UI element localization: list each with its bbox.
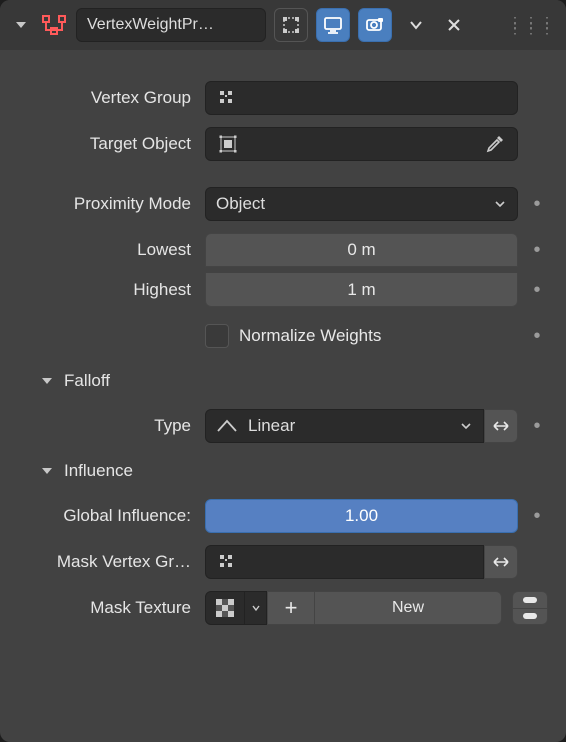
eyedropper-button[interactable]	[473, 134, 517, 154]
target-object-field[interactable]	[205, 127, 518, 161]
modifier-type-icon	[40, 14, 68, 36]
target-object-label: Target Object	[10, 134, 205, 154]
lowest-value: 0 m	[347, 240, 375, 260]
animate-dot[interactable]: •	[526, 193, 548, 216]
vertex-group-field[interactable]	[205, 81, 518, 115]
target-object-row: Target Object	[10, 124, 548, 164]
mask-vertex-group-field	[205, 545, 518, 579]
global-influence-row: Global Influence: 1.00 •	[10, 496, 548, 536]
drag-handle[interactable]: ⋮⋮⋮⋮⋮⋮	[508, 19, 556, 31]
normalize-row: Normalize Weights •	[10, 316, 548, 356]
highest-field[interactable]: 1 m	[205, 273, 518, 307]
animate-dot[interactable]: •	[526, 505, 548, 528]
chevron-down-icon	[459, 421, 473, 431]
falloff-type-select[interactable]: Linear	[205, 409, 484, 443]
vertex-group-row: Vertex Group	[10, 78, 548, 118]
proximity-mode-value: Object	[216, 194, 265, 214]
vertex-group-icon	[206, 545, 250, 579]
highest-value: 1 m	[347, 280, 375, 300]
edit-mode-toggle[interactable]	[274, 8, 308, 42]
mask-texture-field: + New	[205, 591, 548, 625]
falloff-type-field: Linear	[205, 409, 518, 443]
normalize-field: Normalize Weights	[205, 319, 518, 353]
delete-modifier-button[interactable]	[440, 17, 468, 33]
highest-row: Highest 1 m •	[10, 270, 548, 310]
falloff-type-value: Linear	[248, 416, 295, 436]
modifier-panel: VertexWeightPr… ⋮⋮⋮⋮⋮⋮ Vertex Group	[0, 0, 566, 742]
lowest-row: Lowest 0 m •	[10, 230, 548, 270]
animate-dot[interactable]: •	[526, 415, 548, 438]
animate-dot[interactable]: •	[526, 279, 548, 302]
modifier-extras-dropdown[interactable]	[400, 19, 432, 31]
texture-add-button[interactable]: +	[267, 591, 315, 625]
modifier-body: Vertex Group Target Object Prox	[0, 50, 566, 648]
proximity-mode-select[interactable]: Object	[205, 187, 518, 221]
texture-new-button[interactable]: New	[315, 591, 502, 625]
falloff-subpanel-header[interactable]: Falloff	[40, 362, 548, 400]
falloff-heading: Falloff	[64, 371, 110, 391]
display-viewport-toggle[interactable]	[316, 8, 350, 42]
mask-vertex-group-row: Mask Vertex Gr…	[10, 542, 548, 582]
invert-falloff-button[interactable]	[484, 409, 518, 443]
object-icon	[206, 127, 250, 161]
mask-texture-row: Mask Texture + New	[10, 588, 548, 628]
texture-new-label: New	[392, 599, 424, 617]
texture-channel-toggle[interactable]	[512, 591, 548, 625]
animate-dot[interactable]: •	[526, 325, 548, 348]
modifier-name-field[interactable]: VertexWeightPr…	[76, 8, 266, 42]
invert-mask-button[interactable]	[484, 545, 518, 579]
global-influence-value: 1.00	[345, 506, 378, 526]
animate-dot[interactable]: •	[526, 239, 548, 262]
vertex-group-icon	[206, 81, 250, 115]
influence-heading: Influence	[64, 461, 133, 481]
falloff-type-label: Type	[10, 416, 205, 436]
normalize-checkbox[interactable]	[205, 324, 229, 348]
proximity-mode-label: Proximity Mode	[10, 194, 205, 214]
vertex-group-label: Vertex Group	[10, 88, 205, 108]
mask-texture-label: Mask Texture	[10, 598, 205, 618]
lowest-field[interactable]: 0 m	[205, 233, 518, 267]
mask-texture-selector: + New	[205, 591, 502, 625]
modifier-name-text: VertexWeightPr…	[87, 16, 214, 34]
chevron-down-icon	[493, 199, 507, 209]
lowest-label: Lowest	[10, 240, 205, 260]
influence-subpanel-header[interactable]: Influence	[40, 452, 548, 490]
mask-vertex-group-input[interactable]	[205, 545, 484, 579]
texture-browse-button[interactable]	[205, 591, 245, 625]
normalize-label: Normalize Weights	[239, 326, 381, 346]
global-influence-slider[interactable]: 1.00	[205, 499, 518, 533]
texture-dropdown[interactable]	[245, 591, 267, 625]
global-influence-label: Global Influence:	[10, 506, 205, 526]
display-render-toggle[interactable]	[358, 8, 392, 42]
toggle-top-icon	[513, 592, 547, 609]
proximity-mode-row: Proximity Mode Object •	[10, 184, 548, 224]
toggle-bottom-icon	[513, 609, 547, 625]
highest-label: Highest	[10, 280, 205, 300]
falloff-type-row: Type Linear •	[10, 406, 548, 446]
mask-vertex-group-label: Mask Vertex Gr…	[10, 552, 205, 572]
collapse-toggle[interactable]	[10, 14, 32, 36]
modifier-header: VertexWeightPr… ⋮⋮⋮⋮⋮⋮	[0, 0, 566, 50]
